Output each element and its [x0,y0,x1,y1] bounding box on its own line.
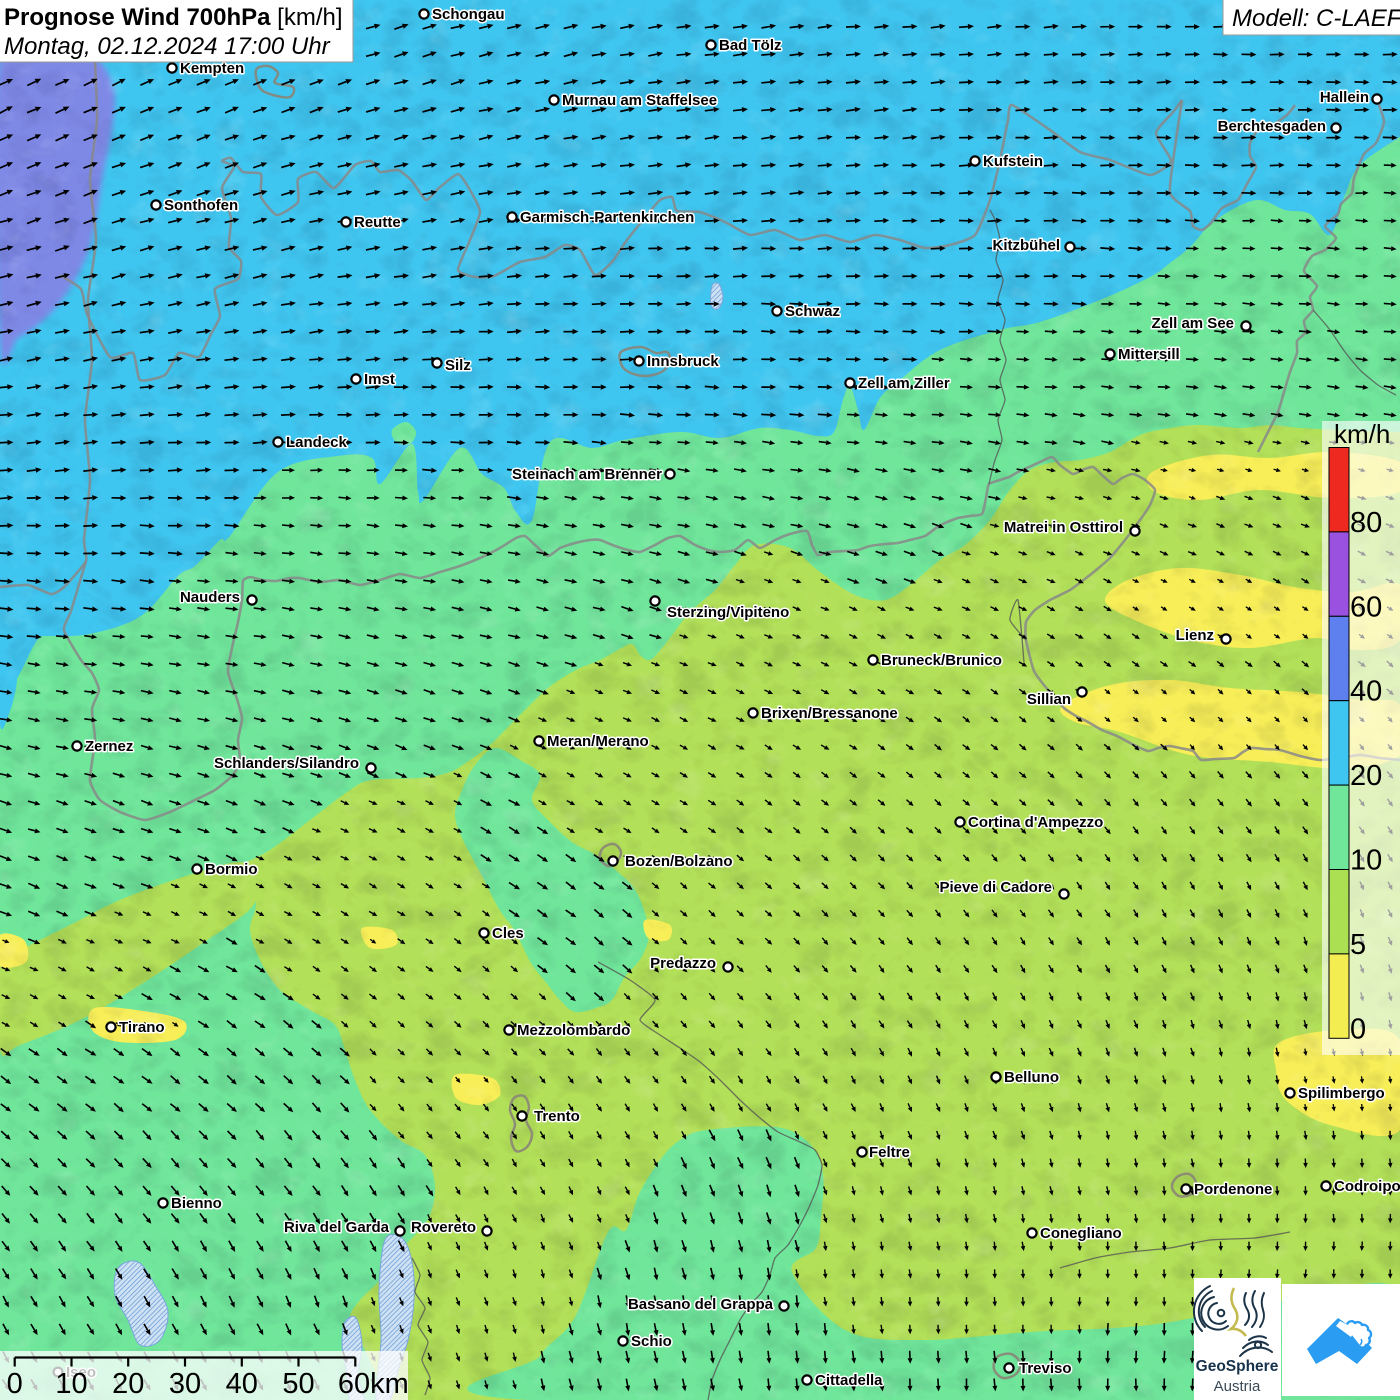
svg-text:Kitzbühel: Kitzbühel [993,237,1061,254]
svg-text:Prognose Wind 700hPa [km/h]: Prognose Wind 700hPa [km/h] [4,4,343,31]
svg-text:Codroipo: Codroipo [1334,1178,1400,1195]
svg-text:Silz: Silz [445,357,471,374]
svg-text:Berchtesgaden: Berchtesgaden [1218,118,1326,135]
svg-text:Treviso: Treviso [1019,1360,1072,1377]
svg-text:Imst: Imst [364,371,395,388]
svg-text:Pordenone: Pordenone [1194,1181,1272,1198]
svg-text:Bienno: Bienno [171,1195,222,1212]
svg-text:Cles: Cles [492,925,524,942]
svg-text:Innsbruck: Innsbruck [647,353,719,370]
svg-text:Pieve di Cadore: Pieve di Cadore [939,879,1052,896]
svg-text:Bassano del Grappa: Bassano del Grappa [628,1296,774,1313]
svg-text:30: 30 [169,1368,201,1400]
svg-text:Meran/Merano: Meran/Merano [547,733,649,750]
svg-text:Zernez: Zernez [85,738,133,755]
svg-text:Mezzolombardo: Mezzolombardo [517,1022,630,1039]
svg-text:Schongau: Schongau [432,6,505,23]
svg-text:Riva del Garda: Riva del Garda [284,1219,390,1236]
svg-text:Matrei in Osttirol: Matrei in Osttirol [1004,519,1123,536]
svg-text:Landeck: Landeck [286,434,348,451]
svg-text:20: 20 [1350,760,1382,792]
svg-text:Cortina d'Ampezzo: Cortina d'Ampezzo [968,814,1103,831]
svg-text:0: 0 [7,1368,23,1400]
svg-text:Schwaz: Schwaz [785,303,840,320]
svg-text:60: 60 [1350,591,1382,623]
svg-text:Tirano: Tirano [119,1019,165,1036]
svg-text:Schio: Schio [631,1333,672,1350]
svg-text:40: 40 [1350,676,1382,708]
svg-text:Bad Tölz: Bad Tölz [719,37,782,54]
svg-text:Sterzing/Vipiteno: Sterzing/Vipiteno [667,604,789,621]
svg-text:40: 40 [226,1368,258,1400]
svg-text:Rovereto: Rovereto [411,1219,476,1236]
svg-text:Belluno: Belluno [1004,1069,1059,1086]
svg-text:Mittersill: Mittersill [1118,346,1180,363]
svg-text:Sonthofen: Sonthofen [164,197,238,214]
svg-text:Schlanders/Silandro: Schlanders/Silandro [214,755,359,772]
svg-text:Lienz: Lienz [1176,627,1214,644]
svg-text:Modell: C-LAEF: Modell: C-LAEF [1232,5,1400,32]
svg-text:GeoSphere: GeoSphere [1196,1358,1279,1375]
svg-text:Bozen/Bolzano: Bozen/Bolzano [625,853,733,870]
svg-text:Montag, 02.12.2024 17:00 Uhr: Montag, 02.12.2024 17:00 Uhr [4,33,331,60]
svg-text:60km: 60km [338,1368,409,1400]
svg-text:Cittadella: Cittadella [815,1372,883,1389]
svg-text:Austria: Austria [1214,1378,1261,1395]
svg-text:Feltre: Feltre [869,1144,910,1161]
svg-text:Reutte: Reutte [354,214,401,231]
svg-text:Nauders: Nauders [180,589,240,606]
svg-text:km/h: km/h [1334,419,1390,449]
svg-text:Kempten: Kempten [180,60,244,77]
svg-text:0: 0 [1350,1013,1366,1045]
svg-text:Brixen/Bressanone: Brixen/Bressanone [761,705,898,722]
svg-text:Kufstein: Kufstein [983,153,1043,170]
svg-text:Sillian: Sillian [1027,691,1071,708]
svg-text:Hallein: Hallein [1320,89,1369,106]
svg-text:Bruneck/Brunico: Bruneck/Brunico [881,652,1002,669]
svg-text:Murnau am Staffelsee: Murnau am Staffelsee [562,92,717,109]
svg-text:Conegliano: Conegliano [1040,1225,1122,1242]
svg-text:Trento: Trento [534,1108,580,1125]
svg-text:Zell am See: Zell am See [1151,315,1234,332]
svg-text:Steinach am Brenner: Steinach am Brenner [512,466,662,483]
svg-text:10: 10 [55,1368,87,1400]
svg-text:50: 50 [282,1368,314,1400]
svg-text:20: 20 [112,1368,144,1400]
svg-text:Spilimbergo: Spilimbergo [1298,1085,1385,1102]
svg-text:Garmisch-Partenkirchen: Garmisch-Partenkirchen [520,209,694,226]
svg-text:80: 80 [1350,507,1382,539]
svg-text:5: 5 [1350,929,1366,961]
svg-text:Bormio: Bormio [205,861,258,878]
svg-text:Zell am Ziller: Zell am Ziller [858,375,950,392]
svg-text:Predazzo: Predazzo [650,955,716,972]
svg-text:10: 10 [1350,845,1382,877]
